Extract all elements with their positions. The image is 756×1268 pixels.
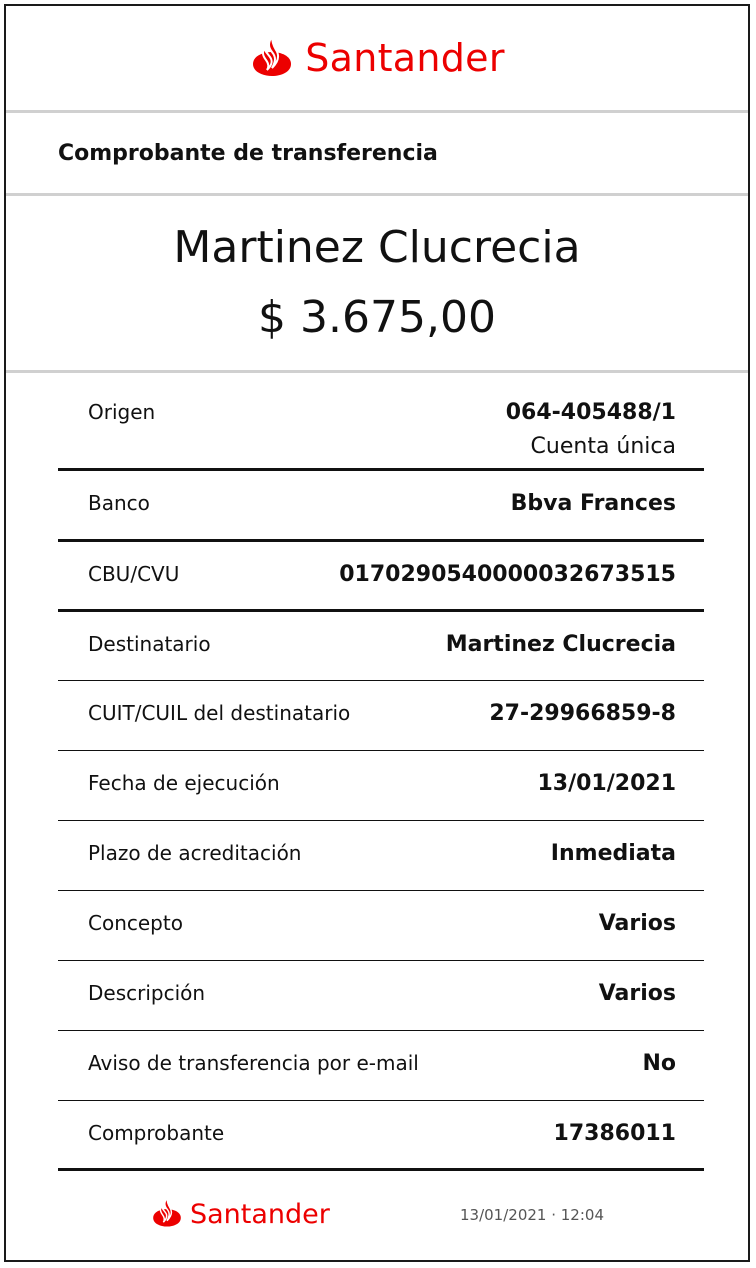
detail-label: CBU/CVU	[88, 562, 180, 586]
santander-flame-icon	[150, 1194, 184, 1232]
santander-flame-icon	[249, 32, 295, 82]
santander-wordmark: Santander	[305, 36, 505, 80]
detail-label: Concepto	[88, 911, 183, 935]
detail-label: Comprobante	[88, 1121, 225, 1145]
transfer-amount: $ 3.675,00	[258, 292, 496, 343]
page-title: Comprobante de transferencia	[58, 140, 438, 166]
detail-label: Destinatario	[88, 632, 211, 656]
detail-row-plazo: Plazo de acreditación Inmediata	[58, 821, 704, 890]
detail-value: 13/01/2021	[537, 771, 676, 796]
detail-value: 27-29966859-8	[489, 701, 676, 726]
transfer-summary: Martinez Clucrecia $ 3.675,00	[6, 196, 748, 373]
detail-row-cuit: CUIT/CUIL del destinatario 27-29966859-8	[58, 681, 704, 750]
detail-value: Varios	[598, 981, 676, 1006]
footer-santander-logo: Santander	[150, 1194, 330, 1232]
detail-row-aviso: Aviso de transferencia por e-mail No	[58, 1031, 704, 1100]
detail-row-origen: Origen 064-405488/1 Cuenta única	[58, 372, 704, 468]
santander-logo: Santander	[249, 32, 505, 82]
detail-value: No	[642, 1051, 676, 1076]
header-logo-bar: Santander	[6, 6, 748, 113]
detail-label: Fecha de ejecución	[88, 771, 280, 795]
row-divider	[58, 1168, 704, 1171]
recipient-name: Martinez Clucrecia	[173, 222, 581, 273]
detail-value: 17386011	[553, 1121, 676, 1146]
detail-row-banco: Banco Bbva Frances	[58, 471, 704, 539]
detail-value: 064-405488/1	[505, 400, 676, 425]
detail-row-concepto: Concepto Varios	[58, 891, 704, 960]
title-bar: Comprobante de transferencia	[6, 113, 748, 196]
detail-label: Plazo de acreditación	[88, 841, 302, 865]
detail-value: Bbva Frances	[510, 491, 676, 516]
detail-value: Inmediata	[550, 841, 676, 866]
detail-row-fecha: Fecha de ejecución 13/01/2021	[58, 751, 704, 820]
detail-label: CUIT/CUIL del destinatario	[88, 701, 351, 725]
detail-label: Banco	[88, 491, 150, 515]
detail-value: 0170290540000032673515	[339, 562, 676, 587]
detail-value: Varios	[598, 911, 676, 936]
receipt-frame: Santander Comprobante de transferencia M…	[4, 4, 750, 1262]
detail-row-cbu: CBU/CVU 0170290540000032673515	[58, 542, 704, 609]
detail-row-descripcion: Descripción Varios	[58, 961, 704, 1030]
detail-value: Martinez Clucrecia	[445, 632, 676, 657]
detail-label: Aviso de transferencia por e-mail	[88, 1051, 419, 1075]
detail-row-destinatario: Destinatario Martinez Clucrecia	[58, 612, 704, 680]
detail-label: Origen	[88, 400, 156, 424]
detail-label: Descripción	[88, 981, 206, 1005]
receipt-footer: Santander 13/01/2021 · 12:04	[6, 1186, 748, 1246]
footer-wordmark: Santander	[190, 1198, 330, 1230]
detail-subvalue: Cuenta única	[530, 434, 676, 459]
detail-row-comprobante: Comprobante 17386011	[58, 1101, 704, 1168]
footer-timestamp: 13/01/2021 · 12:04	[460, 1206, 604, 1224]
